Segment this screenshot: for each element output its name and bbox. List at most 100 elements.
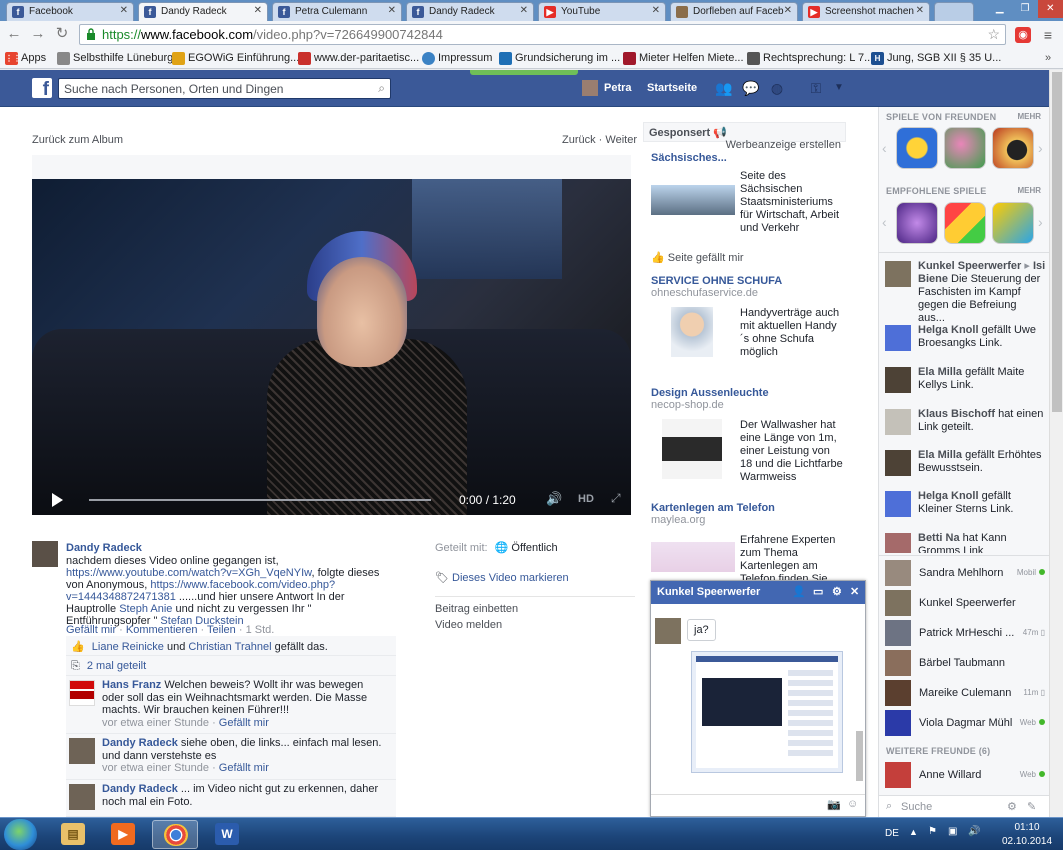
taskbar-media-player[interactable]: ▶ [100,820,146,849]
ticker-item[interactable]: Ela Milla gefällt Maite Kellys Link. [885,366,1045,397]
messages-icon[interactable]: 💬 [742,80,760,96]
back-to-album-link[interactable]: Zurück zum Album [32,134,123,146]
audience-selector[interactable]: Öffentlich [511,542,557,554]
chat-friend[interactable]: Anne Willard Web [885,762,1045,790]
youtube-link[interactable]: https://www.youtube.com/watch?v=XGh_VqeN… [66,567,312,579]
account-dropdown-icon[interactable]: ▼ [830,80,848,96]
ticker-item[interactable]: Ela Milla gefällt Erhöhtes Bewusstsein. [885,449,1045,480]
bookmark-apps[interactable]: ⋮⋮ Apps [5,51,46,66]
new-tab-button[interactable] [934,2,974,21]
game-icon[interactable] [944,127,986,169]
video-call-icon[interactable]: ▭ [813,585,823,598]
ad-like-action[interactable]: 👍 Seite gefällt mir [651,251,744,264]
profile-link[interactable]: Petra [582,78,632,98]
post-timestamp[interactable]: 1 Std. [246,624,275,636]
comment-author[interactable]: Dandy Radeck [102,783,178,795]
chat-friend[interactable]: Bärbel Taubmann [885,650,1045,678]
chat-friend[interactable]: Patrick MrHeschi ... 47m ▯ [885,620,1045,648]
close-tab-icon[interactable]: ✕ [652,5,660,16]
fullscreen-icon[interactable]: ⤢ [611,491,621,506]
taskbar-explorer[interactable]: ▤ [50,820,96,849]
add-friend-icon[interactable]: 👤 [792,585,806,598]
video-progress-bar[interactable] [89,499,431,501]
ad-title[interactable]: Design Aussenleuchte [651,387,846,399]
camera-icon[interactable]: 📷 [827,798,841,811]
video-player[interactable]: 0:00 / 1:20 🔊 HD ⤢ [32,179,631,515]
page-scrollbar[interactable] [1049,70,1063,817]
bookmark-item[interactable]: EGOWiG Einführung... [172,51,299,66]
ad-title[interactable]: Sächsisches... [651,152,846,164]
comment-like-link[interactable]: Gefällt mir [219,762,269,774]
ticker-name[interactable]: Helga Knoll [918,324,979,336]
chat-friend[interactable]: Viola Dagmar Mühl Web [885,710,1045,738]
game-icon[interactable] [896,202,938,244]
avatar[interactable] [69,738,95,764]
bookmark-item[interactable]: Selbsthilfe Lüneburg [57,51,173,66]
tagged-person[interactable]: Steph Anie [119,603,172,615]
show-hidden-icons[interactable]: ▲ [909,827,918,837]
next-link[interactable]: Weiter [605,134,637,146]
chat-image-attachment[interactable] [691,651,843,773]
comment-link[interactable]: Kommentieren [126,624,198,636]
chevron-right-icon[interactable]: › [1038,140,1043,156]
search-input[interactable]: Suche nach Personen, Orten und Dingen ⌕ [58,78,391,99]
browser-tab[interactable]: ▶ YouTube ✕ [538,2,666,21]
clock-date[interactable]: 02.10.2014 [998,836,1056,847]
comment-timestamp[interactable]: vor etwa einer Stunde [102,762,209,774]
volume-icon[interactable]: 🔊 [968,826,980,837]
privacy-shortcuts-icon[interactable]: ⚿ [807,80,825,96]
browser-tab[interactable]: f Facebook ✕ [6,2,134,21]
reload-icon[interactable]: ↻ [54,26,70,42]
ad-image[interactable] [662,419,722,479]
more-games-link[interactable]: MEHR [1017,112,1041,121]
notifications-globe-icon[interactable]: ◍ [768,80,786,96]
play-icon[interactable] [52,493,63,507]
chat-header[interactable]: Kunkel Speerwerfer 👤 ▭ ⚙ ✕ [651,581,865,604]
liker-name[interactable]: Liane Reinicke [92,641,164,653]
comment-timestamp[interactable]: vor etwa einer Stunde [102,717,209,729]
avatar[interactable] [69,680,95,706]
game-icon[interactable] [896,127,938,169]
ad-image[interactable] [671,307,713,357]
extension-icon[interactable]: ◉ [1015,27,1031,43]
create-ad-link[interactable]: Werbeanzeige erstellen [726,139,841,151]
avatar[interactable] [69,784,95,810]
game-icon[interactable] [992,202,1034,244]
ticker-item[interactable]: Helga Knoll gefällt Uwe Broesangks Link. [885,324,1045,355]
comment-author[interactable]: Dandy Radeck [102,737,178,749]
browser-tab[interactable]: f Petra Culemann ✕ [272,2,402,21]
search-icon[interactable]: ⌕ [378,81,385,96]
more-games-link[interactable]: MEHR [1017,186,1041,195]
start-button[interactable] [4,819,37,850]
browser-tab-active[interactable]: f Dandy Radeck ✕ [138,2,268,21]
ticker-name[interactable]: Klaus Bischoff [918,408,995,420]
ticker-name[interactable]: Kunkel Speerwerfer [918,260,1021,272]
chat-search[interactable]: ⌕ Suche ⚙ ✎ [879,795,1049,817]
comment-like-link[interactable]: Gefällt mir [219,717,269,729]
ad-image[interactable] [651,542,735,572]
bookmark-item[interactable]: H Jung, SGB XII § 35 U... [871,51,1001,66]
close-tab-icon[interactable]: ✕ [520,5,528,16]
close-tab-icon[interactable]: ✕ [784,5,792,16]
browser-tab[interactable]: f Dandy Radeck ✕ [406,2,534,21]
ad-item[interactable]: Design Aussenleuchte necop-shop.de Der W… [651,387,846,497]
volume-icon[interactable]: 🔊 [546,491,562,507]
ad-image[interactable] [651,185,735,215]
chat-title[interactable]: Kunkel Speerwerfer [657,586,760,598]
bookmarks-overflow-icon[interactable]: » [1045,51,1051,66]
post-author[interactable]: Dandy Radeck [66,542,142,554]
game-icon[interactable] [992,127,1034,169]
gear-icon[interactable]: ⚙ [1007,800,1017,813]
minimize-icon[interactable]: ▁ [987,0,1012,18]
close-icon[interactable]: ✕ [850,585,859,598]
ticker-item[interactable]: Kunkel Speerwerfer ▸ Isi Biene Die Steue… [885,260,1045,324]
chat-input[interactable]: 📷 ☺ [651,794,865,816]
hd-toggle[interactable]: HD [578,493,594,505]
bookmark-item[interactable]: Grundsicherung im ... [499,51,620,66]
ticker-name[interactable]: Ela Milla [918,449,962,461]
ticker-name[interactable]: Helga Knoll [918,490,979,502]
bookmark-item[interactable]: www.der-paritaetisc... [298,51,419,66]
chevron-right-icon[interactable]: › [1038,214,1043,230]
taskbar-chrome[interactable] [152,820,198,849]
home-link[interactable]: Startseite [647,78,697,98]
